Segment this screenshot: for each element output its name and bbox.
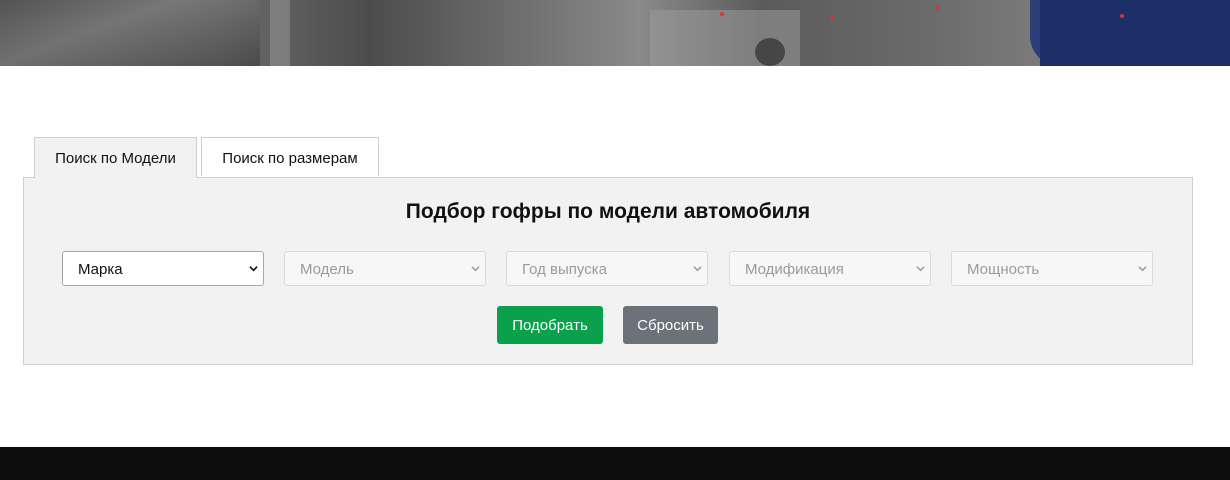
- chevron-down-icon: [693, 266, 702, 272]
- power-select-value: Мощность: [967, 261, 1040, 278]
- reset-button[interactable]: Сбросить: [623, 306, 718, 344]
- year-select-value: Год выпуска: [522, 261, 607, 278]
- model-select-value: Модель: [300, 261, 354, 278]
- search-panel: Подбор гофры по модели автомобиля Марка …: [23, 177, 1193, 365]
- tab-search-by-model[interactable]: Поиск по Модели: [34, 137, 197, 178]
- chevron-down-icon: [916, 266, 925, 272]
- brand-select-value: Марка: [78, 261, 123, 278]
- chevron-down-icon: [249, 266, 258, 272]
- brand-select[interactable]: Марка: [62, 251, 264, 286]
- chevron-down-icon: [1138, 266, 1147, 272]
- modification-select[interactable]: Модификация: [729, 251, 931, 286]
- model-select[interactable]: Модель: [284, 251, 486, 286]
- footer: [0, 447, 1230, 480]
- power-select[interactable]: Мощность: [951, 251, 1153, 286]
- tab-search-by-size[interactable]: Поиск по размерам: [201, 137, 379, 176]
- hero-banner-image: [0, 0, 1230, 66]
- submit-button[interactable]: Подобрать: [497, 306, 603, 344]
- year-select[interactable]: Год выпуска: [506, 251, 708, 286]
- panel-title: Подбор гофры по модели автомобиля: [405, 200, 811, 223]
- modification-select-value: Модификация: [745, 261, 844, 278]
- chevron-down-icon: [471, 266, 480, 272]
